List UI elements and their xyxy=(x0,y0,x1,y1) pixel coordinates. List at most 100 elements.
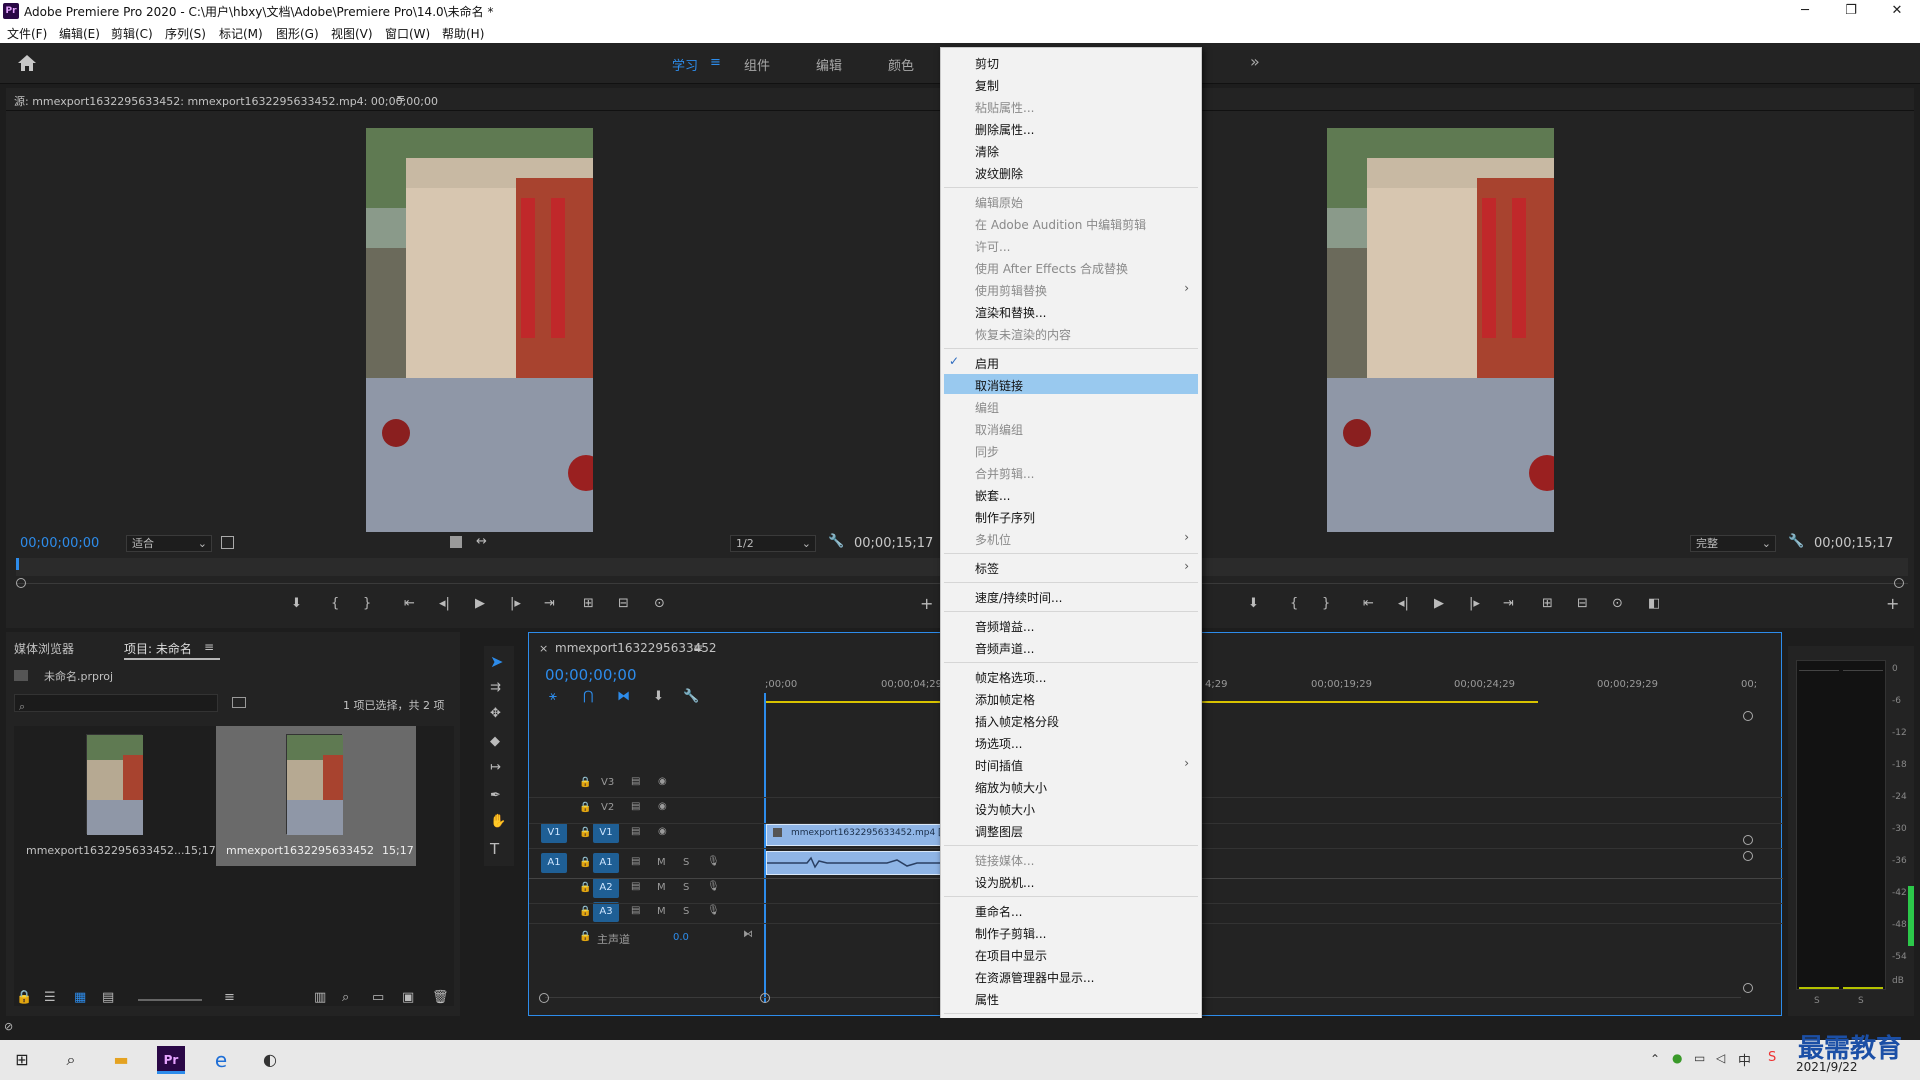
go-to-in-icon[interactable]: ⇤ xyxy=(404,596,415,611)
a1-voiceover-icon[interactable]: 🎙 xyxy=(707,856,720,867)
menu-view[interactable]: 视图(V) xyxy=(331,25,373,42)
context-menu-item-16[interactable]: 取消链接 xyxy=(975,377,1023,394)
step-forward-icon[interactable]: |▸ xyxy=(510,596,521,611)
context-menu-item-33[interactable]: 添加帧定格 xyxy=(975,691,1035,708)
project-item-1[interactable]: mmexport1632295633452... 15;17 xyxy=(14,726,216,866)
meter-solo-right-button[interactable]: S xyxy=(1858,996,1864,1006)
thumbnail-size-slider[interactable] xyxy=(138,999,202,1001)
overwrite-icon[interactable]: ⊟ xyxy=(618,596,629,611)
source-patch-v1[interactable]: V1 xyxy=(541,823,567,843)
a3-mute-button[interactable]: M xyxy=(657,906,666,917)
freeform-view-icon[interactable]: ▤ xyxy=(102,990,114,1005)
program-zoom-handle-right[interactable] xyxy=(1894,578,1904,588)
context-menu-item-12[interactable]: 渲染和替换... xyxy=(975,304,1046,321)
workspace-menu-icon[interactable]: ≡ xyxy=(710,55,721,70)
tray-ime-indicator[interactable]: 中 xyxy=(1738,1050,1751,1069)
a1-sync-icon[interactable]: ▤ xyxy=(631,856,640,867)
program-scrub-bar[interactable] xyxy=(1202,558,1908,576)
v1-eye-icon[interactable]: ◉ xyxy=(658,826,667,837)
home-icon[interactable] xyxy=(16,53,38,73)
context-menu-item-15[interactable]: 启用 xyxy=(975,355,999,372)
a2-lock-icon[interactable]: 🔒 xyxy=(579,882,591,893)
context-menu-item-0[interactable]: 剪切 xyxy=(975,55,999,72)
mark-out-icon[interactable]: } xyxy=(363,596,371,611)
program-add-marker-icon[interactable]: ⬇ xyxy=(1248,596,1259,611)
track-v1-label[interactable]: V1 xyxy=(593,823,619,843)
track-divider-handle-bottom[interactable] xyxy=(1743,851,1753,861)
v2-sync-icon[interactable]: ▤ xyxy=(631,801,640,812)
context-menu-item-5[interactable]: 波纹删除 xyxy=(975,165,1023,182)
menu-sequence[interactable]: 序列(S) xyxy=(165,25,206,42)
project-item-2[interactable]: mmexport1632295633452 15;17 xyxy=(216,726,416,866)
source-panel-menu-icon[interactable]: ≡ xyxy=(396,92,405,105)
master-go-to-end-icon[interactable]: ⧑ xyxy=(743,929,753,940)
program-go-to-out-icon[interactable]: ⇥ xyxy=(1503,596,1514,611)
pen-tool-icon[interactable]: ✒ xyxy=(490,788,501,803)
workspace-tab-assembly[interactable]: 组件 xyxy=(744,55,770,74)
file-explorer-icon[interactable]: ▬ xyxy=(107,1046,135,1074)
new-bin-icon[interactable]: ▭ xyxy=(372,990,384,1005)
tray-chevron-icon[interactable]: ⌃ xyxy=(1650,1052,1660,1066)
workspace-tab-color[interactable]: 颜色 xyxy=(888,55,914,74)
extract-icon[interactable]: ⊟ xyxy=(1577,596,1588,611)
insert-icon[interactable]: ⊞ xyxy=(583,596,594,611)
new-search-bin-icon[interactable] xyxy=(232,697,246,708)
context-menu-item-21[interactable]: 嵌套... xyxy=(975,487,1010,504)
audio-tracks-scroll-handle[interactable] xyxy=(1743,983,1753,993)
type-tool-icon[interactable]: T xyxy=(490,840,499,858)
hand-tool-icon[interactable]: ✋ xyxy=(490,814,506,829)
close-button[interactable]: ✕ xyxy=(1874,0,1920,22)
timeline-timecode[interactable]: 00;00;00;00 xyxy=(545,666,637,684)
edge-browser-icon[interactable]: e xyxy=(207,1046,235,1074)
source-button-editor-plus-icon[interactable]: + xyxy=(920,594,933,613)
icon-view-icon[interactable]: ▦ xyxy=(74,990,86,1005)
context-menu-item-27[interactable]: 速度/持续时间... xyxy=(975,589,1063,606)
export-frame-camera-icon[interactable]: ⊙ xyxy=(654,596,665,611)
v2-eye-icon[interactable]: ◉ xyxy=(658,801,667,812)
context-menu-item-3[interactable]: 删除属性... xyxy=(975,121,1034,138)
premiere-taskbar-icon[interactable]: Pr xyxy=(157,1046,185,1074)
program-mark-out-icon[interactable]: } xyxy=(1322,596,1330,611)
lift-icon[interactable]: ⊞ xyxy=(1542,596,1553,611)
razor-tool-icon[interactable]: ◆ xyxy=(490,734,500,749)
menu-clip[interactable]: 剪辑(C) xyxy=(111,25,153,42)
track-a3-label[interactable]: A3 xyxy=(593,902,619,922)
context-menu-item-1[interactable]: 复制 xyxy=(975,77,999,94)
master-lock-icon[interactable]: 🔒 xyxy=(579,931,591,942)
meter-solo-left-button[interactable]: S xyxy=(1814,996,1820,1006)
source-resolution-dropdown[interactable]: 1/2 ⌄ xyxy=(730,535,816,552)
automate-icon[interactable]: ▥ xyxy=(314,990,326,1005)
linked-selection-icon[interactable]: ⧓ xyxy=(617,689,630,704)
tab-project[interactable]: 项目: 未命名 xyxy=(124,640,192,657)
context-menu-item-30[interactable]: 音频声道... xyxy=(975,640,1034,657)
context-menu-item-35[interactable]: 场选项... xyxy=(975,735,1022,752)
tab-media-browser[interactable]: 媒体浏览器 xyxy=(14,640,74,657)
context-menu-item-34[interactable]: 插入帧定格分段 xyxy=(975,713,1059,730)
menu-help[interactable]: 帮助(H) xyxy=(442,25,484,42)
track-a2-label[interactable]: A2 xyxy=(593,878,619,898)
workspace-tab-learning[interactable]: 学习 xyxy=(672,55,698,74)
program-button-editor-plus-icon[interactable]: + xyxy=(1886,594,1899,613)
program-settings-wrench-icon[interactable]: 🔧 xyxy=(1788,534,1804,549)
source-timecode[interactable]: 00;00;00;00 xyxy=(20,536,99,551)
a2-mute-button[interactable]: M xyxy=(657,882,666,893)
program-export-frame-camera-icon[interactable]: ⊙ xyxy=(1612,596,1623,611)
timeline-settings-wrench-icon[interactable]: 🔧 xyxy=(683,689,699,704)
source-playhead[interactable] xyxy=(16,558,19,570)
go-to-out-icon[interactable]: ⇥ xyxy=(544,596,555,611)
track-divider-handle-top[interactable] xyxy=(1743,835,1753,845)
a2-solo-button[interactable]: S xyxy=(683,882,689,893)
find-icon[interactable]: ⌕ xyxy=(342,990,349,1005)
slip-tool-icon[interactable]: ↦ xyxy=(490,760,501,775)
list-view-icon[interactable]: ☰ xyxy=(44,990,56,1005)
track-select-tool-icon[interactable]: ⇉ xyxy=(490,680,501,695)
timeline-zoom-handle-right[interactable] xyxy=(760,993,770,1003)
source-scrub-bar[interactable] xyxy=(16,558,941,576)
context-menu-item-46[interactable]: 在项目中显示 xyxy=(975,947,1047,964)
timeline-zoom-handle-left[interactable] xyxy=(539,993,549,1003)
a2-sync-icon[interactable]: ▤ xyxy=(631,881,640,892)
step-back-icon[interactable]: ◂| xyxy=(439,596,450,611)
context-menu-item-45[interactable]: 制作子剪辑... xyxy=(975,925,1046,942)
a3-solo-button[interactable]: S xyxy=(683,906,689,917)
add-marker-icon[interactable]: ⬇ xyxy=(291,596,302,611)
